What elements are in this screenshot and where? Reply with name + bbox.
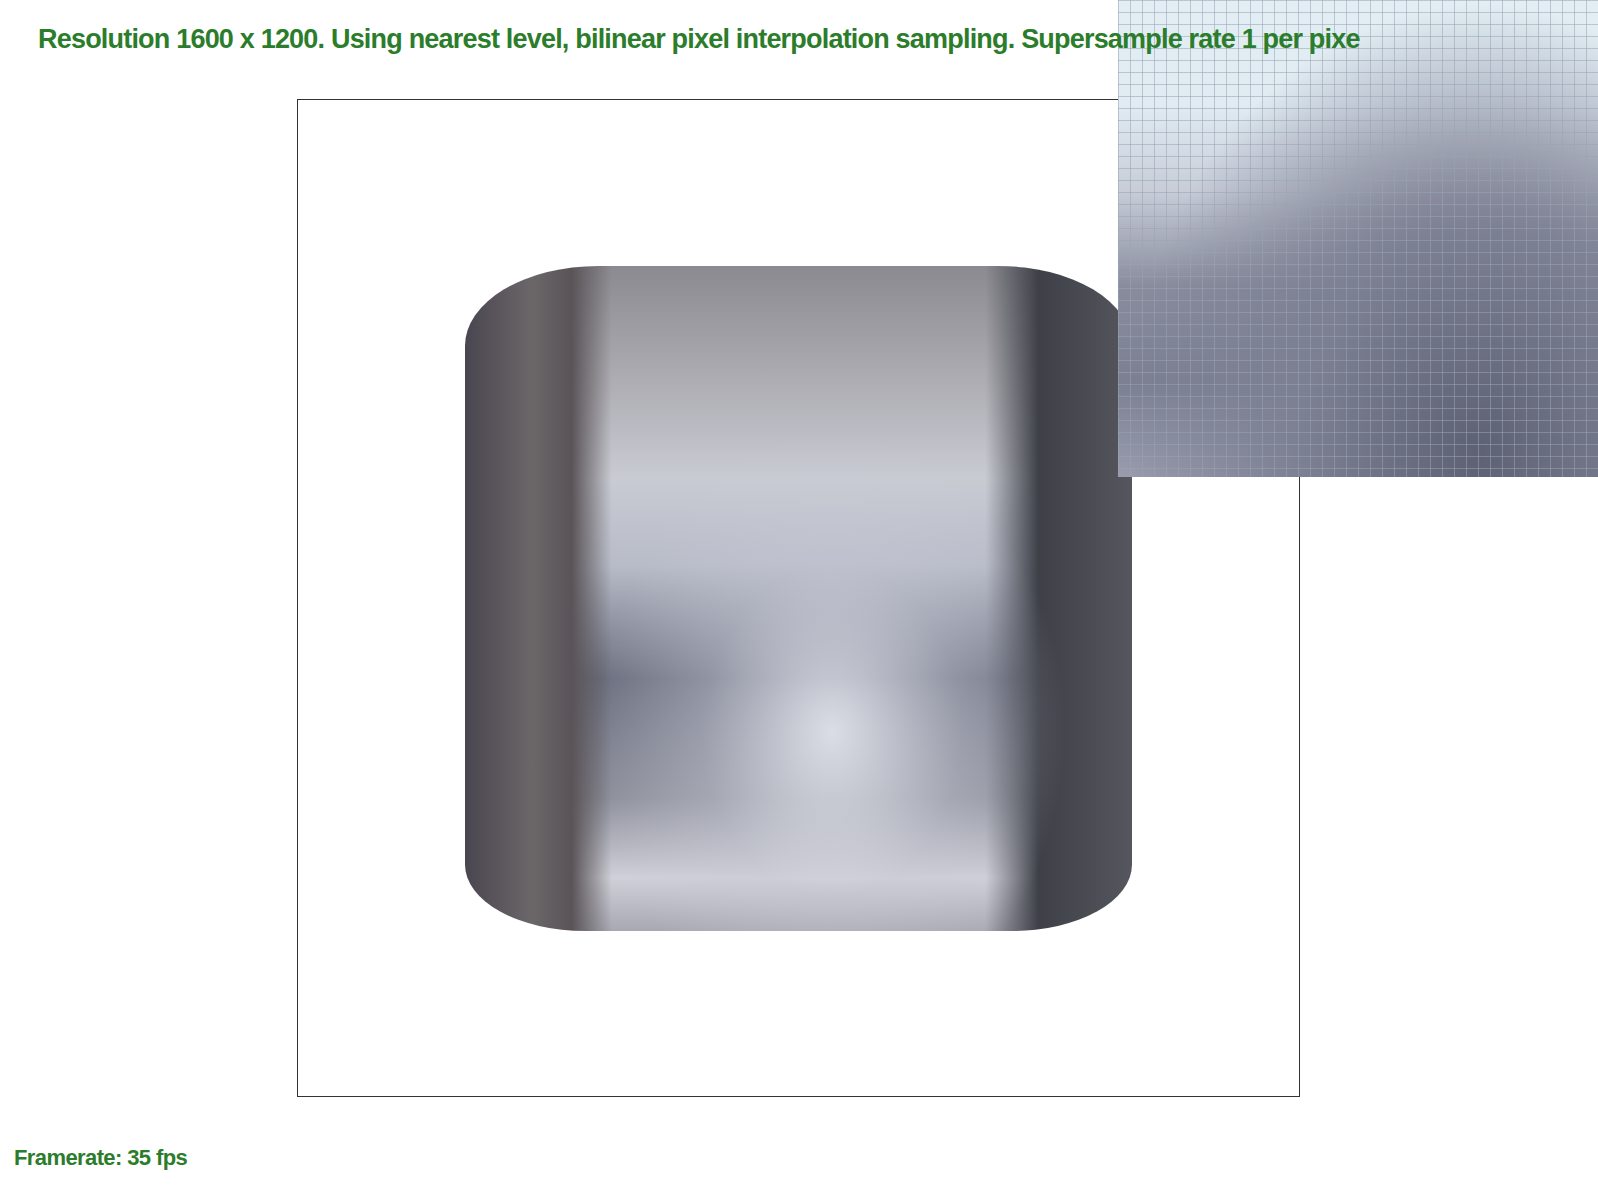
status-header: Resolution 1600 x 1200. Using nearest le… [0,0,1598,99]
framerate-label: Framerate: 35 fps [14,1145,1598,1171]
textured-shape [465,266,1132,931]
rasterizer-window: Resolution 1600 x 1200. Using nearest le… [0,0,1598,1186]
pixel-inspector [1118,0,1598,477]
status-text: Resolution 1600 x 1200. Using nearest le… [38,24,1360,54]
